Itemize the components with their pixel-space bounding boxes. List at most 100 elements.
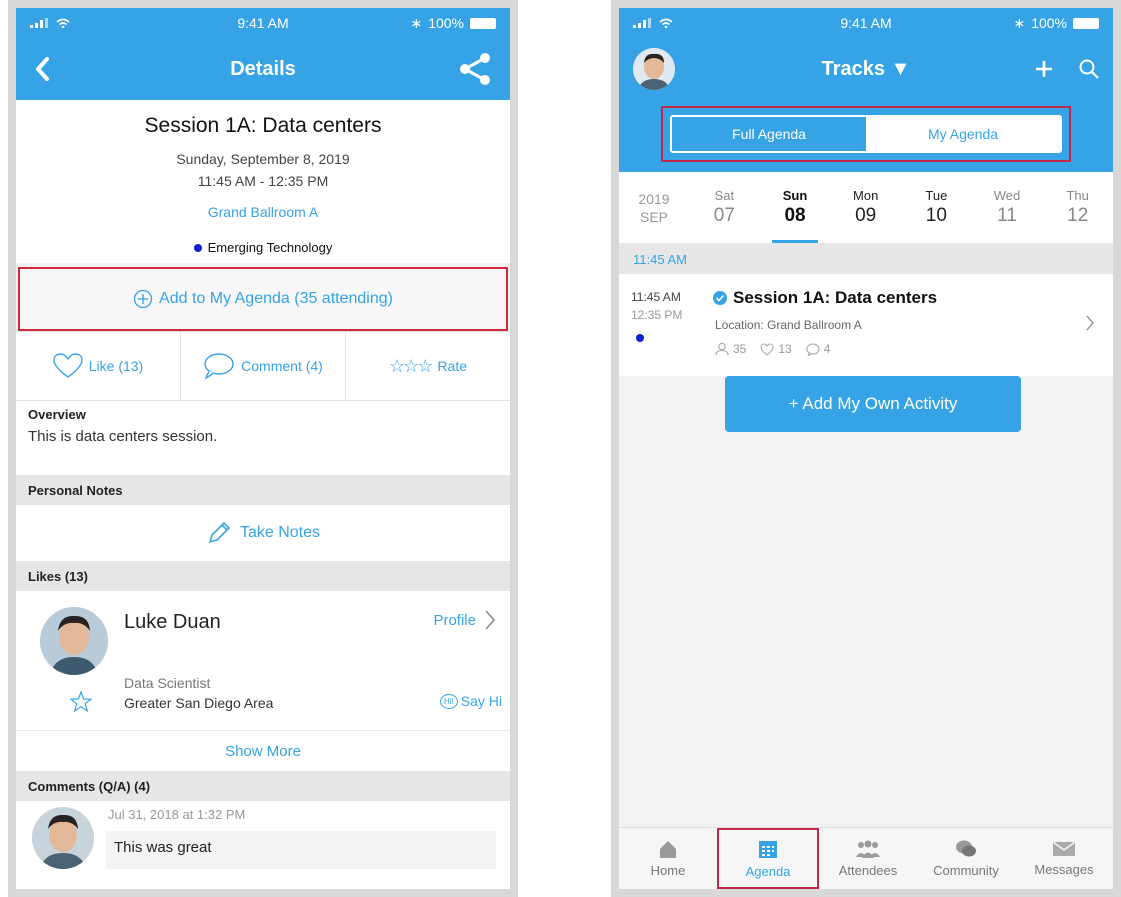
profile-link[interactable]: Profile: [433, 609, 496, 631]
comment-count: 4: [823, 342, 831, 356]
tab-label: Home: [650, 863, 686, 878]
like-count: 13: [778, 342, 792, 356]
comments-header: Comments (Q/A) (4): [16, 771, 510, 801]
tab-label: Community: [933, 863, 999, 878]
overview-section: Overview This is data centers session.: [16, 401, 510, 475]
day-number: 07: [713, 205, 735, 226]
show-more-button[interactable]: Show More: [16, 731, 510, 771]
status-time: 9:41 AM: [840, 15, 892, 31]
rate-button[interactable]: ☆☆☆ Rate: [346, 332, 510, 400]
rate-label: Rate: [437, 358, 467, 374]
date-year: 2019: [638, 190, 670, 207]
day-tue[interactable]: Tue 10: [901, 172, 972, 243]
status-time: 9:41 AM: [237, 15, 289, 31]
tab-bar: Home Agenda Attendees Community Messages: [619, 827, 1113, 889]
date-strip: 2019 SEP Sat 07 Sun 08 Mon 09 Tue 10 Wed…: [619, 172, 1113, 244]
say-hi-button[interactable]: Hi! Say Hi: [439, 693, 502, 709]
liker-card[interactable]: Luke Duan Profile Data Scientist Greater…: [16, 591, 510, 731]
comment-text: This was great: [106, 831, 496, 869]
day-name: Sat: [714, 188, 735, 203]
wifi-icon: [659, 18, 673, 28]
segment-my-agenda[interactable]: My Agenda: [866, 117, 1060, 151]
day-sun[interactable]: Sun 08: [760, 172, 831, 243]
search-icon[interactable]: [1079, 59, 1099, 79]
event-location: Location: Grand Ballroom A: [715, 318, 862, 332]
track-color-dot: [193, 243, 202, 252]
event-end-time: 12:35 PM: [631, 308, 683, 322]
day-name: Sun: [782, 188, 808, 203]
day-number: 09: [855, 205, 877, 226]
details-screen: 9:41 AM ∗ 100% Details Session 1A: Data …: [8, 0, 518, 897]
attendee-count: 35: [733, 342, 747, 356]
session-track: Emerging Technology: [16, 240, 510, 255]
share-icon[interactable]: [458, 52, 492, 86]
add-own-activity-button[interactable]: + Add My Own Activity: [725, 376, 1021, 432]
user-avatar[interactable]: [633, 48, 675, 90]
comment-label: Comment (4): [241, 358, 323, 374]
agenda-segmented-control: Full Agenda My Agenda: [670, 115, 1062, 153]
day-wed[interactable]: Wed 11: [972, 172, 1043, 243]
chevron-right-icon: [485, 610, 496, 630]
avatar: [32, 807, 94, 869]
date-month: SEP: [639, 208, 668, 225]
day-number: 11: [997, 205, 1017, 226]
plus-icon[interactable]: [1035, 60, 1053, 78]
session-room-link[interactable]: Grand Ballroom A: [16, 204, 510, 220]
add-to-agenda-label: Add to My Agenda (35 attending): [159, 290, 393, 307]
day-number: 10: [925, 205, 947, 226]
back-chevron-icon[interactable]: [34, 56, 50, 82]
home-icon: [660, 841, 676, 858]
day-name: Tue: [925, 188, 948, 203]
personal-notes-header: Personal Notes: [16, 475, 510, 505]
session-time: 11:45 AM - 12:35 PM: [197, 173, 329, 189]
pencil-icon: [208, 521, 231, 544]
add-to-agenda-button[interactable]: Add to My Agenda (35 attending): [18, 267, 508, 331]
liker-area: Greater San Diego Area: [124, 695, 274, 711]
tab-home[interactable]: Home: [619, 828, 717, 889]
day-thu[interactable]: Thu 12: [1042, 172, 1113, 243]
event-start-time: 11:45 AM: [631, 290, 681, 304]
signal-icon: [633, 18, 651, 28]
comment-button[interactable]: Comment (4): [181, 332, 346, 400]
battery-icon: [470, 17, 496, 29]
day-mon[interactable]: Mon 09: [830, 172, 901, 243]
day-sat[interactable]: Sat 07: [689, 172, 760, 243]
hi-badge-icon: Hi!: [439, 693, 458, 709]
comment-date: Jul 31, 2018 at 1:32 PM: [108, 807, 246, 822]
bluetooth-icon: ∗: [1013, 14, 1026, 31]
navbar: Details: [16, 38, 510, 100]
like-label: Like (13): [88, 358, 144, 374]
tab-community[interactable]: Community: [917, 828, 1015, 889]
caret-down-icon: ▼: [890, 57, 911, 80]
battery-icon: [1073, 17, 1099, 29]
tab-label: Attendees: [838, 863, 898, 878]
segment-full-agenda[interactable]: Full Agenda: [672, 117, 866, 151]
like-button[interactable]: Like (13): [16, 332, 181, 400]
liker-role: Data Scientist: [124, 675, 211, 691]
day-name: Mon: [853, 188, 879, 203]
profile-label: Profile: [433, 611, 476, 629]
event-title-text: Session 1A: Data centers: [733, 288, 938, 307]
agenda-event-row[interactable]: 11:45 AM 12:35 PM Session 1A: Data cente…: [619, 274, 1113, 376]
agenda-screen: 9:41 AM ∗ 100% Tracks ▼ Full Agenda My A…: [611, 0, 1121, 897]
agenda-segment-highlight: Full Agenda My Agenda: [661, 106, 1071, 162]
say-hi-label: Say Hi: [460, 693, 502, 709]
favorite-star-icon[interactable]: [69, 690, 93, 718]
day-name: Thu: [1066, 188, 1089, 203]
page-title: Details: [230, 57, 296, 80]
tab-messages[interactable]: Messages: [1015, 828, 1113, 889]
battery-percent: 100%: [428, 15, 464, 31]
tracks-label: Tracks: [821, 57, 886, 80]
comment-bubble-icon: [806, 342, 820, 356]
heart-icon: [53, 353, 83, 378]
tab-attendees[interactable]: Attendees: [819, 828, 917, 889]
likes-header: Likes (13): [16, 561, 510, 591]
action-bar: Like (13) Comment (4) ☆☆☆ Rate: [16, 331, 510, 401]
details-header: 9:41 AM ∗ 100% Details: [16, 8, 510, 100]
overview-label: Overview: [28, 407, 86, 422]
navbar: Tracks ▼: [619, 38, 1113, 100]
tab-agenda[interactable]: Agenda: [717, 828, 819, 889]
time-heading: 11:45 AM: [619, 244, 1113, 274]
track-label: Emerging Technology: [207, 240, 333, 255]
take-notes-button[interactable]: Take Notes: [16, 505, 510, 561]
